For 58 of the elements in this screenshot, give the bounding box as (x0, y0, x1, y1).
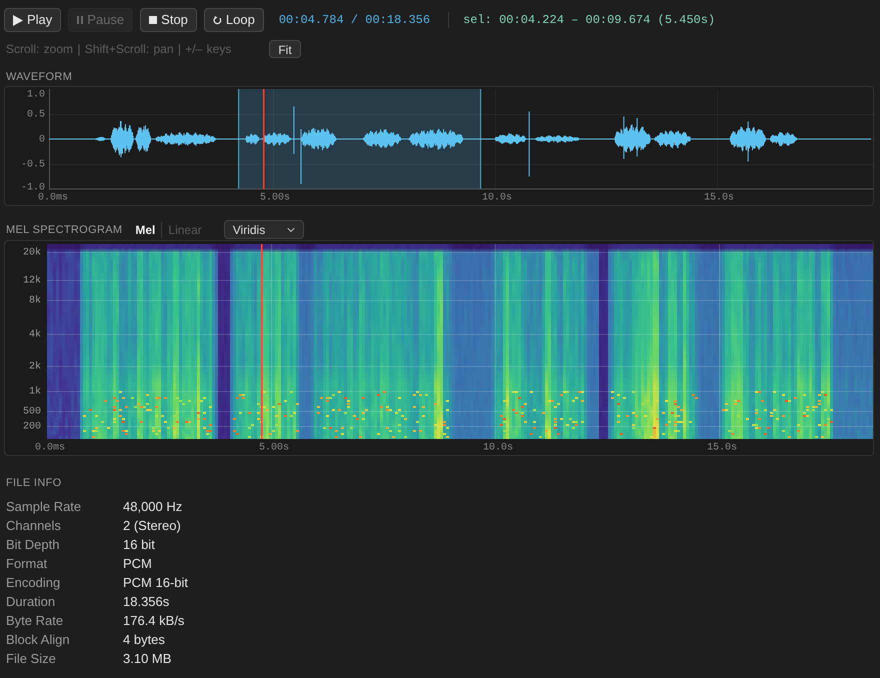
x-axis-label: 10.0s (482, 192, 512, 204)
info-label: Sample Rate (6, 498, 82, 516)
stop-button[interactable]: Stop (140, 8, 197, 32)
x-axis-label: 5.00s (259, 442, 289, 454)
info-value: 176.4 kB/s (123, 612, 184, 630)
info-value: PCM (123, 555, 152, 573)
time-readout: 00:04.784 / 00:18.356 (278, 12, 430, 29)
x-axis-label: 10.0s (483, 442, 513, 454)
pause-icon (77, 16, 84, 24)
info-value: 2 (Stereo) (123, 517, 181, 535)
x-axis-label: 0.0ms (35, 442, 65, 454)
selection-region[interactable] (238, 89, 482, 189)
play-button[interactable]: Play (4, 8, 62, 32)
info-label: Format (6, 555, 48, 573)
y-axis-label: 0.5 (26, 110, 45, 121)
info-label: Duration (6, 593, 56, 611)
y-axis-label: 500 (22, 406, 41, 418)
loop-button[interactable]: Loop (204, 8, 264, 32)
y-axis-label: 20k (22, 248, 41, 259)
stop-icon (149, 16, 158, 24)
loop-icon (212, 16, 222, 24)
playhead-line[interactable] (261, 244, 262, 439)
info-value: PCM 16-bit (123, 574, 188, 592)
info-label: Block Align (6, 631, 70, 649)
playhead-line[interactable] (263, 89, 264, 189)
y-axis-label: -1.0 (20, 182, 45, 194)
info-label: Byte Rate (6, 612, 64, 630)
y-axis-label: 1k (28, 386, 41, 398)
y-axis-label: -0.5 (20, 160, 45, 171)
y-axis-label: 8k (28, 296, 41, 307)
info-label: Bit Depth (6, 536, 60, 554)
scale-tab[interactable]: Mel (135, 220, 156, 238)
info-label: File Size (6, 650, 56, 668)
section-title: FILE INFO (6, 477, 62, 489)
section-title: MEL SPECTROGRAM (6, 224, 122, 236)
y-axis-label: 4k (28, 330, 41, 341)
y-axis-label: 12k (22, 276, 41, 287)
y-axis-label: 2k (28, 362, 41, 373)
colormap-select[interactable]: Viridis (224, 220, 304, 239)
x-axis-label: 15.0s (707, 442, 737, 454)
info-value: 16 bit (123, 536, 155, 554)
info-label: Channels (6, 517, 61, 535)
x-axis-label: 5.00s (260, 192, 290, 204)
section-title: WAVEFORM (6, 71, 72, 83)
fit-button[interactable]: Fit (269, 40, 301, 58)
y-axis-label: 0 (38, 134, 45, 146)
info-label: Encoding (6, 574, 60, 592)
play-icon (13, 14, 23, 26)
x-axis-label: 15.0s (704, 192, 734, 204)
info-value: 48,000 Hz (123, 498, 182, 516)
info-value: 18.356s (123, 593, 170, 611)
x-axis-label: 0.0ms (38, 192, 68, 204)
info-value: 3.10 MB (123, 650, 172, 668)
y-axis-label: 1.0 (26, 90, 45, 101)
hint-text: Scroll: zoom | Shift+Scroll: pan | +/– keys (6, 41, 232, 58)
selection-readout: sel: 00:04.224 – 00:09.674 (5.450s) (463, 12, 716, 29)
y-axis-label: 200 (22, 422, 41, 433)
info-value: 4 bytes (123, 631, 165, 649)
